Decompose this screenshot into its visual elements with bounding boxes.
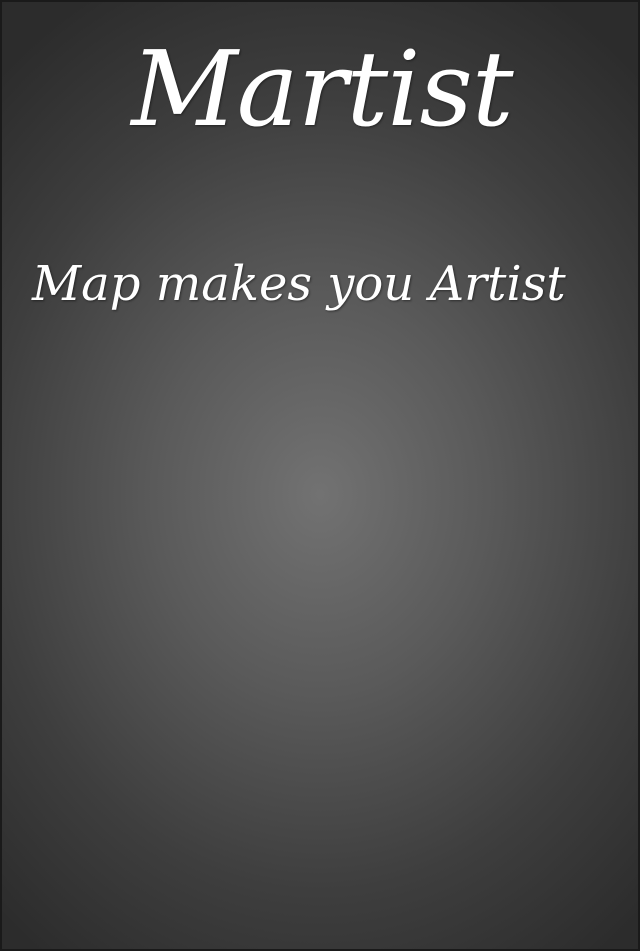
splash-screen: Martist Map makes you Artist [0, 0, 640, 951]
app-tagline: Map makes you Artist [32, 256, 566, 312]
app-title: Martist [131, 28, 513, 150]
